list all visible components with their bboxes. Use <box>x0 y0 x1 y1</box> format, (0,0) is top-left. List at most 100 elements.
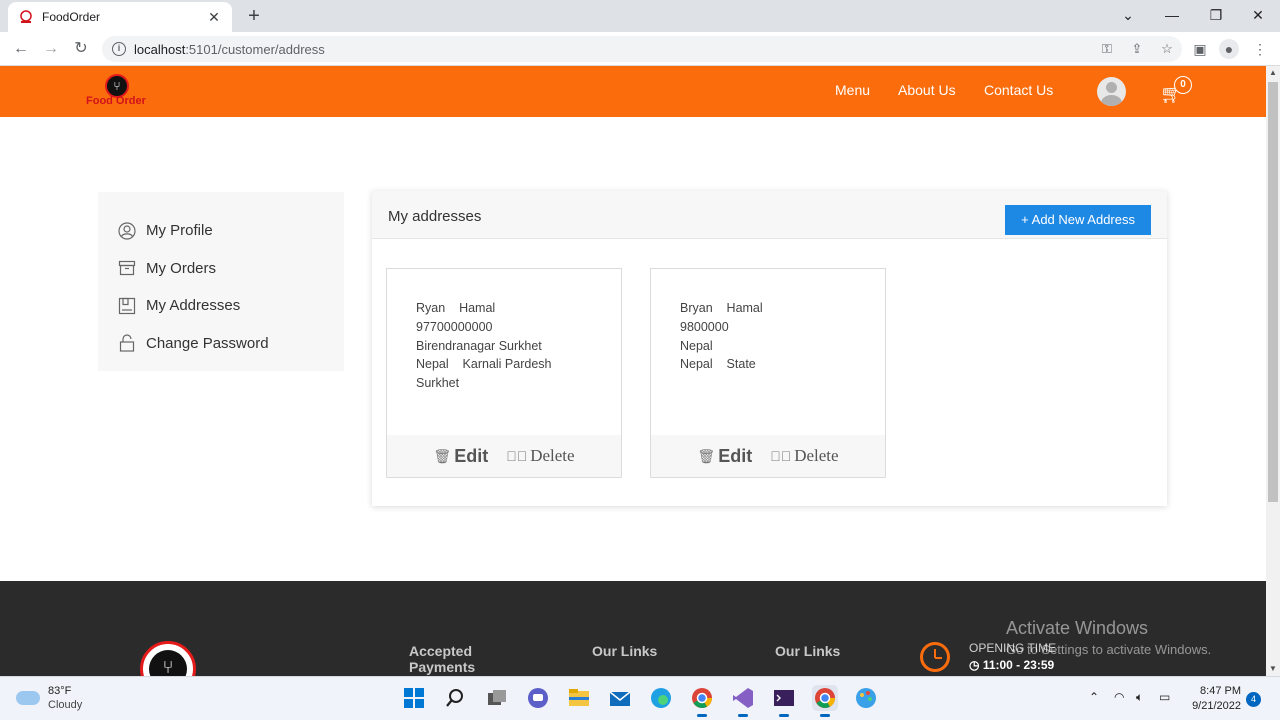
address-line: 97700000000 <box>416 319 493 334</box>
user-circle-icon <box>118 222 136 240</box>
cart-button[interactable]: 🛒︎ 0 <box>1160 76 1194 106</box>
url-host: localhost <box>134 41 186 57</box>
paint-icon[interactable] <box>853 685 879 711</box>
battery-icon[interactable]: ▭ <box>1159 690 1170 704</box>
kebab-menu-icon[interactable]: ⋮ <box>1250 39 1270 59</box>
cart-count-badge: 0 <box>1174 76 1192 94</box>
address-card-actions: 🗑︎ Edit ✓⃝ Delete <box>387 435 621 477</box>
forward-arrow-icon[interactable]: → <box>40 38 62 60</box>
sidebar-item-label: My Addresses <box>146 297 241 315</box>
address-details: Bryan Hamal 9800000 Nepal Nepal State <box>651 269 885 374</box>
foodorder-favicon-icon <box>18 9 34 25</box>
reload-icon[interactable]: ↻ <box>70 38 92 60</box>
nav-about-link[interactable]: About Us <box>898 82 956 98</box>
add-new-address-button[interactable]: + Add New Address <box>1005 205 1151 235</box>
url-path: :5101/customer/address <box>185 41 325 57</box>
tab-search-icon[interactable]: ⌄ <box>1106 0 1150 30</box>
page-scrollbar[interactable]: ▲ ▼ <box>1266 66 1280 676</box>
minimize-button[interactable]: — <box>1150 0 1194 30</box>
address-line: Bryan Hamal <box>680 301 763 315</box>
edit-label: Edit <box>454 445 489 466</box>
teams-chat-icon[interactable] <box>525 685 551 711</box>
windows-taskbar: 83°F Cloudy ⌃ ◠ 🔈︎ ▭ 8:47 PM 9/21/2022 4 <box>0 676 1280 720</box>
profile-icon[interactable]: ● <box>1219 39 1239 59</box>
address-card: Bryan Hamal 9800000 Nepal Nepal State 🗑︎… <box>650 268 886 478</box>
visual-studio-icon[interactable] <box>730 685 756 717</box>
start-button[interactable] <box>401 685 427 711</box>
share-icon[interactable]: ⇪ <box>1122 41 1152 57</box>
activate-windows-title: Activate Windows <box>1006 618 1149 638</box>
browser-toolbar: ← → ↻ i localhost:5101/customer/address … <box>0 32 1280 66</box>
sidebar-item-orders[interactable]: My Orders <box>98 250 344 288</box>
account-sidebar: My Profile My Orders My Addresses Change… <box>98 192 344 371</box>
new-tab-button[interactable]: + <box>242 4 266 28</box>
clock-date: 9/21/2022 <box>1192 700 1241 712</box>
delete-address-button[interactable]: ✓⃝ Delete <box>506 446 574 466</box>
address-book-icon <box>118 297 136 315</box>
footer-heading-links: Our Links <box>775 643 841 659</box>
cloud-icon <box>16 691 40 705</box>
footer-logo[interactable]: ⑂ <box>140 641 196 676</box>
bookmark-star-icon[interactable]: ☆ <box>1152 41 1182 57</box>
edit-address-button[interactable]: 🗑︎ Edit <box>697 446 752 467</box>
lock-icon <box>118 334 136 352</box>
address-details: Ryan Hamal 97700000000 Birendranagar Sur… <box>387 269 621 393</box>
scroll-thumb[interactable] <box>1268 82 1278 502</box>
notification-badge[interactable]: 4 <box>1246 692 1261 707</box>
sidebar-item-addresses[interactable]: My Addresses <box>98 287 344 325</box>
chrome-active-window-icon[interactable] <box>812 685 838 717</box>
address-line: Nepal Karnali Pardesh <box>416 357 552 372</box>
user-avatar[interactable] <box>1097 77 1126 106</box>
url-text[interactable]: localhost:5101/customer/address <box>134 42 1092 57</box>
address-line: Nepal State <box>680 357 756 372</box>
weather-widget[interactable]: 83°F Cloudy <box>16 684 82 712</box>
chrome-browser-icon[interactable] <box>689 685 715 717</box>
side-panel-icon[interactable]: ▣ <box>1190 39 1210 59</box>
restore-button[interactable]: ❐ <box>1194 0 1238 30</box>
edit-address-button[interactable]: 🗑︎ Edit <box>433 446 488 467</box>
mail-icon[interactable] <box>607 685 633 711</box>
logo-text: Food Order <box>86 95 146 107</box>
nav-contact-link[interactable]: Contact Us <box>984 82 1053 98</box>
check-circle-icon: ✓⃝ <box>506 448 528 464</box>
avatar-head <box>1106 82 1117 93</box>
sidebar-item-password[interactable]: Change Password <box>98 325 344 363</box>
addresses-panel: My addresses + Add New Address Ryan Hama… <box>372 191 1167 506</box>
wifi-icon[interactable]: ◠ <box>1114 690 1124 704</box>
fork-knife-icon: ⑂ <box>149 650 187 676</box>
delete-address-button[interactable]: ✓⃝ Delete <box>770 446 838 466</box>
site-info-icon[interactable]: i <box>112 42 126 56</box>
close-window-button[interactable]: ✕ <box>1236 0 1280 30</box>
clock-time: 8:47 PM <box>1200 685 1241 697</box>
nav-menu-link[interactable]: Menu <box>835 82 870 98</box>
address-line: 9800000 <box>680 319 729 334</box>
terminal-icon[interactable] <box>771 685 797 717</box>
show-hidden-icons-chevron-icon[interactable]: ⌃ <box>1089 690 1099 704</box>
browser-tab[interactable]: FoodOrder ✕ <box>8 2 232 32</box>
trash-icon: 🗑︎ <box>433 447 452 464</box>
tab-title: FoodOrder <box>42 10 101 24</box>
opening-hours: 11:00 - 23:59 <box>982 658 1055 672</box>
panel-title: My addresses <box>388 208 482 225</box>
address-line: Nepal <box>680 338 713 353</box>
scroll-up-arrow-icon[interactable]: ▲ <box>1266 66 1280 80</box>
address-line: Ryan Hamal <box>416 301 496 315</box>
sidebar-item-profile[interactable]: My Profile <box>98 212 344 250</box>
edit-label: Edit <box>718 445 753 466</box>
address-card-actions: 🗑︎ Edit ✓⃝ Delete <box>651 435 885 477</box>
key-icon[interactable]: ⚿ <box>1092 41 1122 57</box>
scroll-down-arrow-icon[interactable]: ▼ <box>1266 662 1280 676</box>
opening-time-value: ◷ 11:00 - 23:59 <box>969 658 1055 672</box>
file-explorer-icon[interactable] <box>566 685 592 711</box>
search-icon[interactable] <box>442 685 468 711</box>
sidebar-item-label: My Orders <box>146 259 217 277</box>
tab-close-icon[interactable]: ✕ <box>206 9 222 26</box>
address-card: Ryan Hamal 97700000000 Birendranagar Sur… <box>386 268 622 478</box>
task-view-icon[interactable] <box>484 685 510 711</box>
site-logo[interactable]: ⑂ Food Order <box>86 74 152 112</box>
address-bar[interactable]: i localhost:5101/customer/address ⚿ ⇪ ☆ <box>102 36 1182 62</box>
back-arrow-icon[interactable]: ← <box>10 38 32 60</box>
edge-browser-icon[interactable] <box>648 685 674 711</box>
taskbar-clock[interactable]: 8:47 PM 9/21/2022 <box>1185 684 1241 714</box>
volume-icon[interactable]: 🔈︎ <box>1136 690 1143 705</box>
